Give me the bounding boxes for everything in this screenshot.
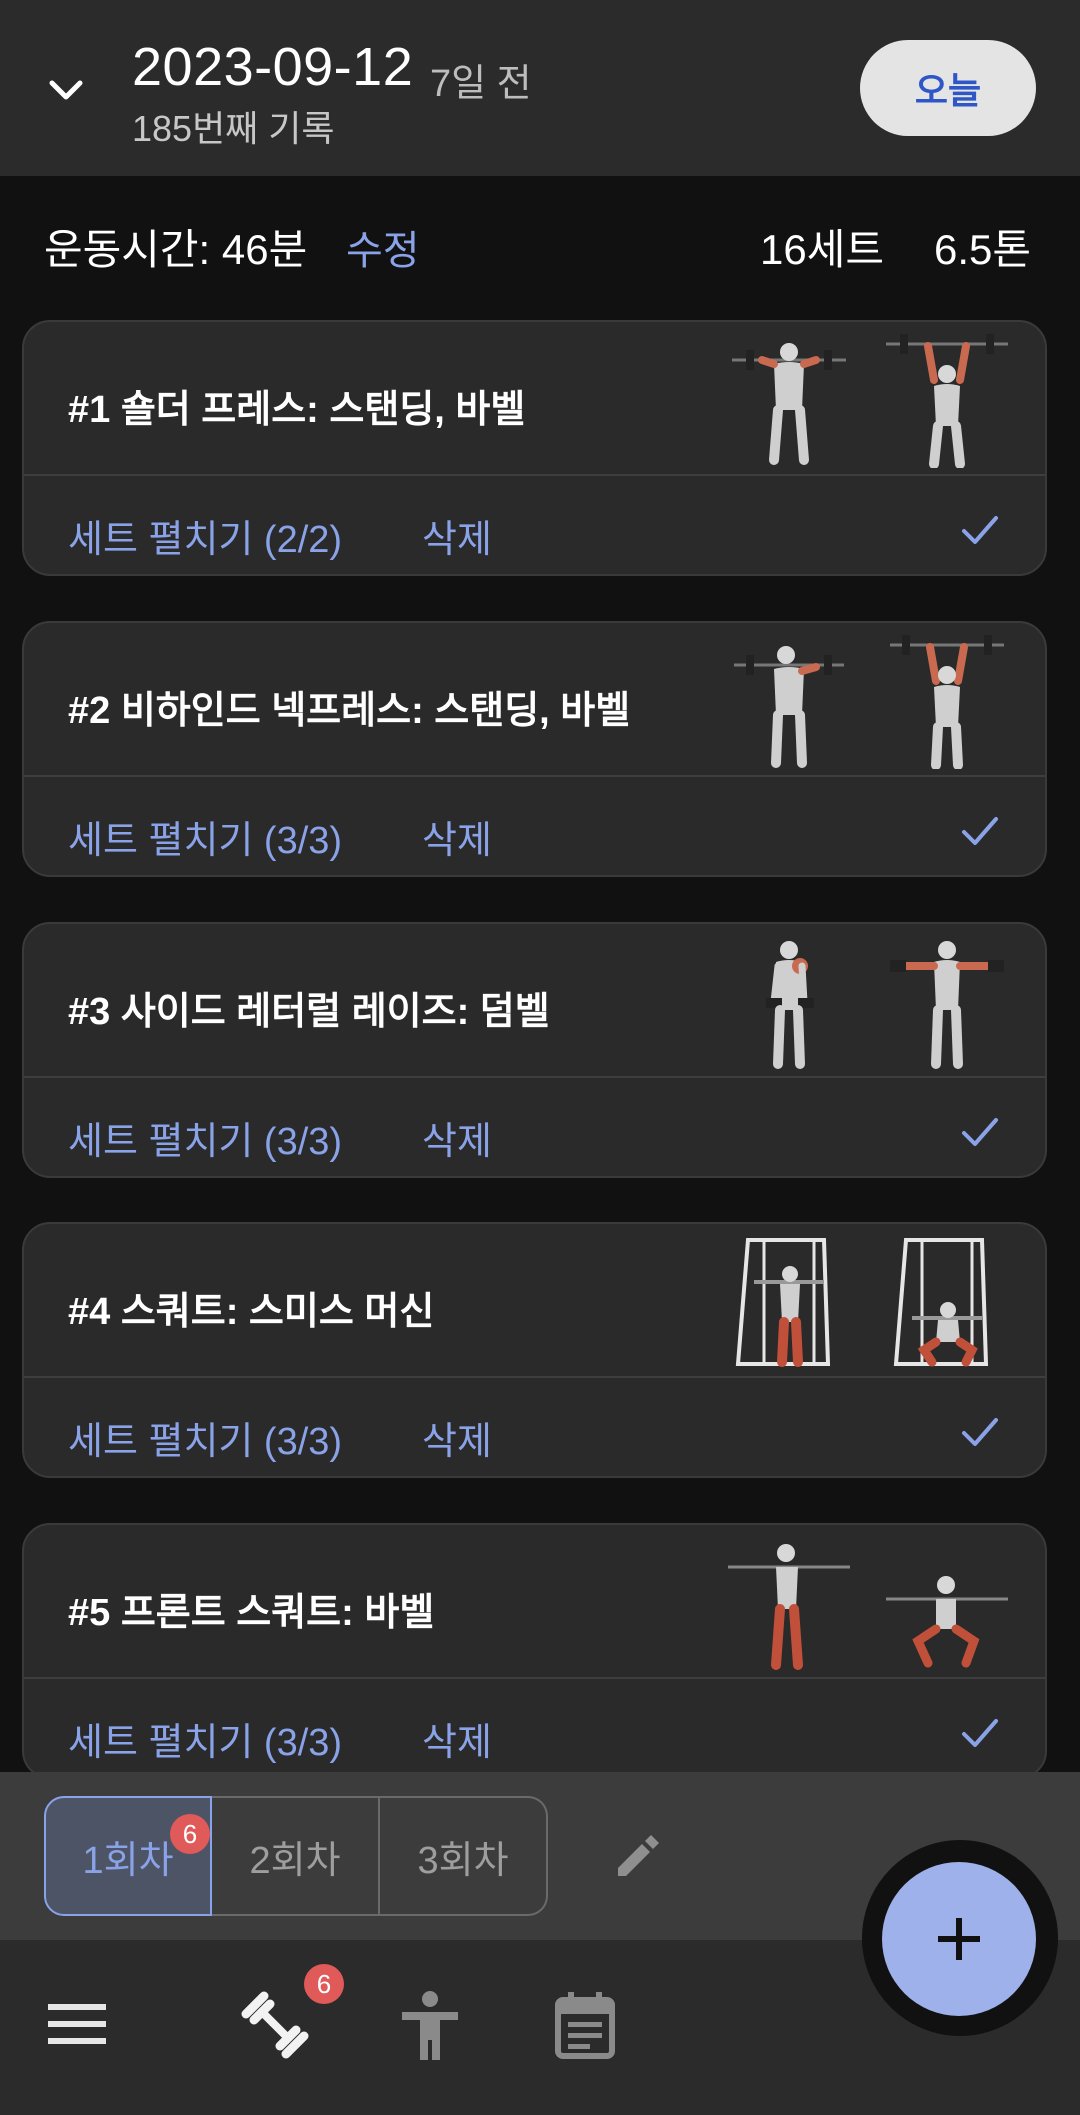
exercise-actions: 세트 펼치기 (3/3) 삭제	[24, 1380, 1045, 1476]
pencil-icon[interactable]	[610, 1828, 666, 1884]
exercise-start-illustration	[734, 646, 844, 768]
exercise-actions: 세트 펼치기 (3/3) 삭제	[24, 1080, 1045, 1176]
workout-date[interactable]: 2023-09-12	[132, 36, 413, 98]
exercise-header[interactable]: #3 사이드 레터럴 레이즈: 덤벨	[24, 924, 1045, 1078]
exercise-end-illustration	[890, 941, 1004, 1069]
check-icon[interactable]	[958, 508, 1002, 552]
exercise-title: #2 비하인드 넥프레스: 스탠딩, 바벨	[68, 690, 631, 732]
exercise-title: #3 사이드 레터럴 레이즈: 덤벨	[68, 991, 550, 1033]
check-icon[interactable]	[958, 1110, 1002, 1154]
expand-sets-button[interactable]: 세트 펼치기 (3/3)	[68, 1711, 342, 1766]
check-icon[interactable]	[958, 809, 1002, 853]
session-tab-3[interactable]: 3회차	[380, 1796, 548, 1916]
session-tab-label: 2회차	[249, 1839, 341, 1882]
exercise-card: #2 비하인드 넥프레스: 스탠딩, 바벨 세트 펼치기 (3/3) 삭제	[22, 621, 1047, 877]
dumbbell-icon[interactable]	[240, 1990, 310, 2060]
exercise-header[interactable]: #4 스쿼트: 스미스 머신	[24, 1224, 1045, 1378]
total-sets: 16세트	[760, 226, 884, 273]
delete-exercise-button[interactable]: 삭제	[422, 1110, 492, 1165]
edit-duration-button[interactable]: 수정	[346, 218, 420, 276]
calendar-icon[interactable]	[554, 1990, 616, 2060]
exercise-actions: 세트 펼치기 (2/2) 삭제	[24, 478, 1045, 574]
exercise-title: #5 프론트 스쿼트: 바벨	[68, 1592, 435, 1634]
session-tab-label: 3회차	[417, 1839, 509, 1882]
exercise-header[interactable]: #5 프론트 스쿼트: 바벨	[24, 1525, 1045, 1679]
exercise-start-illustration	[732, 343, 846, 465]
add-exercise-button[interactable]	[882, 1862, 1036, 2016]
session-tab-1[interactable]: 1회차 6	[44, 1796, 212, 1916]
exercise-end-illustration	[886, 334, 1008, 468]
total-volume: 6.5톤	[934, 226, 1032, 273]
exercise-card: #1 숄더 프레스: 스탠딩, 바벨 세트 펼치기 (2/2) 삭제	[22, 320, 1047, 576]
exercise-card: #3 사이드 레터럴 레이즈: 덤벨 세트 펼치기 (3/3) 삭제	[22, 922, 1047, 1178]
delete-exercise-button[interactable]: 삭제	[422, 809, 492, 864]
exercise-start-illustration	[735, 1238, 831, 1367]
exercise-header[interactable]: #2 비하인드 넥프레스: 스탠딩, 바벨	[24, 623, 1045, 777]
check-icon[interactable]	[958, 1410, 1002, 1454]
check-icon[interactable]	[958, 1711, 1002, 1755]
session-tab-2[interactable]: 2회차	[212, 1796, 380, 1916]
workout-summary: 운동시간: 46분 수정 16세트 6.5톤	[0, 176, 1080, 308]
exercise-end-illustration	[893, 1238, 989, 1367]
exercise-actions: 세트 펼치기 (3/3) 삭제	[24, 779, 1045, 875]
plus-icon	[938, 1918, 980, 1960]
exercise-title: #4 스쿼트: 스미스 머신	[68, 1291, 435, 1333]
delete-exercise-button[interactable]: 삭제	[422, 1410, 492, 1465]
delete-exercise-button[interactable]: 삭제	[422, 1711, 492, 1766]
exercise-start-illustration	[728, 1544, 850, 1670]
exercise-title: #1 숄더 프레스: 스탠딩, 바벨	[68, 389, 526, 431]
workout-badge: 6	[304, 1964, 344, 2004]
expand-sets-button[interactable]: 세트 펼치기 (3/3)	[68, 1110, 342, 1165]
session-badge: 6	[170, 1814, 210, 1854]
body-icon[interactable]	[398, 1990, 462, 2062]
delete-exercise-button[interactable]: 삭제	[422, 508, 492, 563]
exercise-end-illustration	[886, 1576, 1008, 1668]
today-button[interactable]: 오늘	[860, 40, 1036, 136]
days-ago: 7일 전	[430, 63, 532, 105]
exercise-start-illustration	[766, 941, 814, 1069]
expand-sets-button[interactable]: 세트 펼치기 (3/3)	[68, 1410, 342, 1465]
exercise-end-illustration	[890, 635, 1004, 769]
chevron-down-icon[interactable]	[42, 66, 90, 114]
exercise-header[interactable]: #1 숄더 프레스: 스탠딩, 바벨	[24, 322, 1045, 476]
workout-duration: 운동시간: 46분	[44, 226, 308, 273]
record-count: 185번째 기록	[132, 108, 335, 149]
exercise-card: #4 스쿼트: 스미스 머신 세트 펼치기 (3/3) 삭제	[22, 1222, 1047, 1478]
expand-sets-button[interactable]: 세트 펼치기 (2/2)	[68, 508, 342, 563]
menu-icon[interactable]	[46, 2000, 108, 2048]
top-bar: 2023-09-12 7일 전 185번째 기록 오늘	[0, 0, 1080, 176]
expand-sets-button[interactable]: 세트 펼치기 (3/3)	[68, 809, 342, 864]
exercise-actions: 세트 펼치기 (3/3) 삭제	[24, 1681, 1045, 1777]
session-tab-label: 1회차	[82, 1839, 174, 1882]
exercise-card: #5 프론트 스쿼트: 바벨 세트 펼치기 (3/3) 삭제	[22, 1523, 1047, 1779]
